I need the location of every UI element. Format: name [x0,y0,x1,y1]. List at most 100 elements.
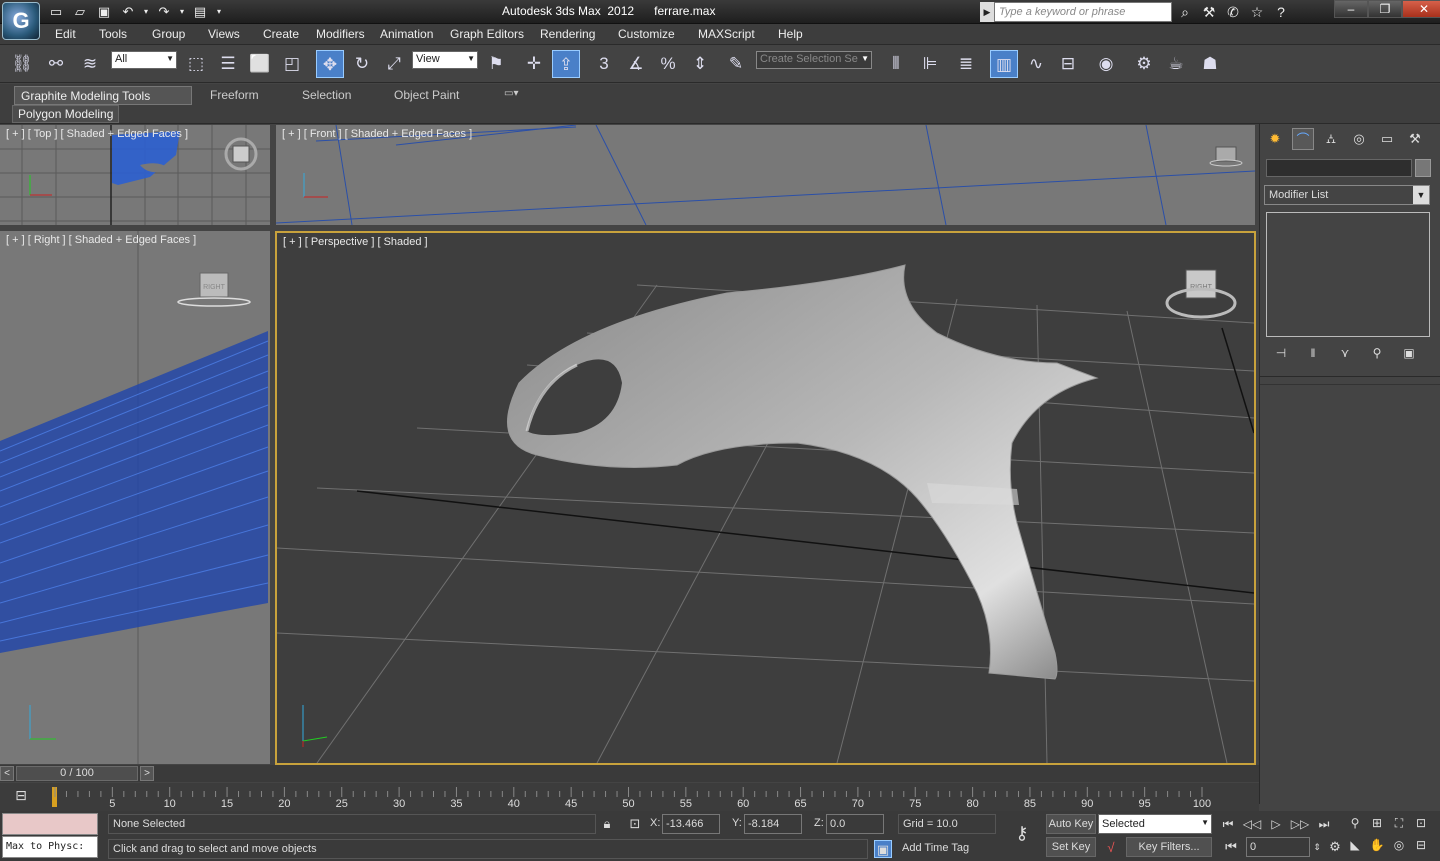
show-end-result-icon[interactable]: ‖ [1304,346,1322,362]
bind-to-space-warp-icon[interactable]: ≋ [76,50,104,78]
restore-button[interactable]: ❐ [1368,0,1402,18]
field-of-view-icon[interactable]: ◣ [1346,836,1364,854]
manage-layers-icon[interactable]: ≣ [952,50,980,78]
menu-tools[interactable]: Tools [99,27,127,41]
tab-object-paint[interactable]: Object Paint [388,86,465,105]
select-and-link-icon[interactable]: ⛓ [8,50,36,78]
help-icon[interactable]: ? [1272,3,1290,21]
spinner-snap-icon[interactable]: ⇕ [686,50,714,78]
tab-freeform[interactable]: Freeform [204,86,265,105]
maxscript-mini-listener[interactable] [2,813,98,835]
object-name-input[interactable] [1266,159,1412,177]
window-crossing-icon[interactable]: ◰ [278,50,306,78]
viewport-front[interactable]: [ + ] [ Front ] [ Shaded + Edged Faces ] [276,125,1255,225]
render-setup-icon[interactable]: ⚙ [1130,50,1158,78]
tab-polygon-modeling[interactable]: Polygon Modeling [12,105,120,123]
pivot-center-icon[interactable]: ⚑ [482,50,510,78]
go-to-end-icon[interactable]: ⏭ [1314,814,1334,834]
set-key-button[interactable]: Set Key [1046,837,1096,857]
menu-customize[interactable]: Customize [618,27,675,41]
pan-view-icon[interactable]: ✋ [1368,836,1386,854]
snaps-toggle-icon[interactable]: 3 [590,50,618,78]
customize-quick-access-icon[interactable]: ▾ [214,3,224,21]
tab-graphite-modeling-tools[interactable]: Graphite Modeling Tools [14,86,192,105]
viewport-front-label[interactable]: [ + ] [ Front ] [ Shaded + Edged Faces ] [282,128,472,140]
previous-key-icon[interactable]: ◁◁ [1242,814,1262,834]
select-and-scale-icon[interactable]: ⤢ [380,50,408,78]
previous-frame-icon[interactable]: < [0,766,14,781]
minimize-button[interactable]: – [1334,0,1368,18]
schematic-view-icon[interactable]: ⊟ [1054,50,1082,78]
key-mode-dropdown[interactable]: Selected ▼ [1098,814,1212,834]
viewport-top-label[interactable]: [ + ] [ Top ] [ Shaded + Edged Faces ] [6,128,188,140]
viewport-top[interactable]: [ + ] [ Top ] [ Shaded + Edged Faces ] [0,125,270,225]
menu-create[interactable]: Create [263,27,299,41]
menu-group[interactable]: Group [152,27,185,41]
render-production-icon[interactable]: ☗ [1196,50,1224,78]
viewport-right[interactable]: [ + ] [ Right ] [ Shaded + Edged Faces ]… [0,231,270,764]
display-tab-icon[interactable]: ▭ [1376,128,1398,150]
select-object-icon[interactable]: ⬚ [182,50,210,78]
menu-maxscript[interactable]: MAXScript [698,27,755,41]
go-to-start-icon[interactable]: ⏮ [1218,814,1238,834]
graphite-modeling-toggle-icon[interactable]: ▥ [990,50,1018,78]
menu-rendering[interactable]: Rendering [540,27,595,41]
next-frame-icon[interactable]: > [140,766,154,781]
align-icon[interactable]: ⊫ [916,50,944,78]
keyboard-shortcut-override-icon[interactable]: ⇪ [552,50,580,78]
edit-named-selection-icon[interactable]: ✎ [722,50,750,78]
menu-edit[interactable]: Edit [55,27,76,41]
save-file-icon[interactable]: ▣ [94,3,114,21]
modify-tab-icon[interactable]: ⌒ [1292,128,1314,150]
search-expand-icon[interactable]: ▶ [980,2,994,22]
maxscript-listener-input[interactable]: Max to Physc: [2,836,98,858]
rectangular-selection-icon[interactable]: ⬜ [246,50,274,78]
object-color-swatch[interactable] [1415,159,1431,177]
select-and-move-icon[interactable]: ✥ [316,50,344,78]
lock-selection-icon[interactable]: 🔒︎ [598,815,616,833]
menu-graph-editors[interactable]: Graph Editors [450,27,524,41]
configure-modifier-sets-icon[interactable]: ▣ [1400,346,1418,362]
add-time-tag-button[interactable]: Add Time Tag [898,839,996,859]
y-coordinate-field[interactable]: -8.184 [744,814,802,834]
select-and-manipulate-icon[interactable]: ✛ [520,50,548,78]
rendered-frame-window-icon[interactable]: ☕ [1162,50,1190,78]
isolate-selection-icon[interactable]: ▣ [874,840,892,858]
viewport-perspective-label[interactable]: [ + ] [ Perspective ] [ Shaded ] [283,236,428,248]
communication-center-icon[interactable]: ✆ [1224,3,1242,21]
subscription-icon[interactable]: ⚒ [1200,3,1218,21]
absolute-mode-transform-icon[interactable]: ⊡ [626,815,644,833]
select-and-rotate-icon[interactable]: ↻ [348,50,376,78]
angle-snap-icon[interactable]: ∡ [622,50,650,78]
play-icon[interactable]: ▷ [1266,814,1286,834]
key-mode-toggle-icon[interactable]: ⏮ [1222,838,1240,856]
utilities-tab-icon[interactable]: ⚒ [1404,128,1426,150]
zoom-extents-all-icon[interactable]: ⊡ [1412,814,1430,832]
next-key-icon[interactable]: ▷▷ [1290,814,1310,834]
viewport-right-label[interactable]: [ + ] [ Right ] [ Shaded + Edged Faces ] [6,234,196,246]
ribbon-options-icon[interactable]: ▭▾ [498,86,524,105]
material-editor-icon[interactable]: ◉ [1092,50,1120,78]
zoom-all-icon[interactable]: ⊞ [1368,814,1386,832]
create-tab-icon[interactable]: ✹ [1264,128,1286,150]
frame-spinner-icon[interactable]: ⇕ [1312,838,1322,856]
key-icon[interactable]: ⚷ [1006,823,1038,845]
zoom-icon[interactable]: ⚲ [1346,814,1364,832]
make-unique-icon[interactable]: ⋎ [1336,346,1354,362]
current-frame-field[interactable]: 0 [1246,837,1310,857]
remove-modifier-icon[interactable]: ⚲ [1368,346,1386,362]
named-selection-sets-dropdown[interactable]: Create Selection Se ▼ [756,51,872,69]
auto-key-button[interactable]: Auto Key [1046,814,1096,834]
modifier-stack[interactable] [1266,212,1430,337]
reference-coordinate-dropdown[interactable]: View ▼ [412,51,478,69]
menu-modifiers[interactable]: Modifiers [316,27,365,41]
zoom-extents-icon[interactable]: ⛶ [1390,814,1408,832]
track-bar[interactable]: ⊟ 5 10 15 20 25 30 35 40 45 50 55 60 65 70 75 80 85 90 95 1… [0,783,1259,811]
undo-icon[interactable]: ↶ [118,3,138,21]
viewport-perspective[interactable]: [ + ] [ Perspective ] [ Shaded ] RIGHT [275,231,1256,765]
unlink-selection-icon[interactable]: ⚯ [42,50,70,78]
redo-dropdown-icon[interactable]: ▾ [178,3,186,21]
time-configuration-icon[interactable]: ⚙ [1326,838,1344,856]
curve-editor-icon[interactable]: ∿ [1022,50,1050,78]
redo-icon[interactable]: ↷ [154,3,174,21]
